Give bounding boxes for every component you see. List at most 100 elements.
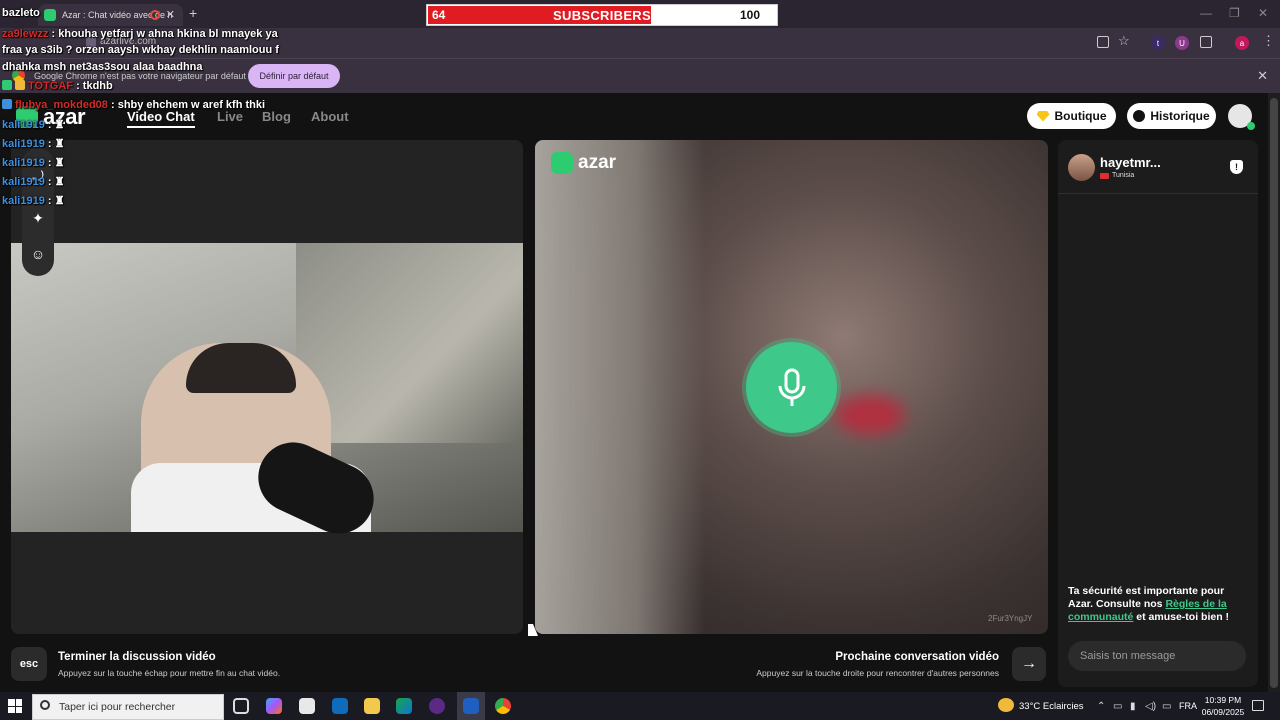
network-icon[interactable]: ▭ — [1113, 701, 1122, 712]
extension-u-icon[interactable]: U — [1175, 36, 1189, 50]
safety-notice: Ta sécurité est importante pour Azar. Co… — [1068, 585, 1248, 624]
stream-chat-user: kali1919 — [2, 119, 45, 131]
peer-country-label: Tunisia — [1112, 172, 1135, 179]
stream-chat-text: : shby ehchem w aref kfh thki — [110, 99, 266, 111]
close-tab-icon[interactable]: ✕ — [166, 8, 175, 21]
taskbar-search[interactable]: Taper ici pour rechercher — [32, 694, 224, 720]
chat-divider — [1058, 193, 1258, 194]
microphone-button[interactable] — [746, 342, 837, 433]
stream-chat-text: : — [47, 119, 52, 131]
shop-label: Boutique — [1054, 109, 1107, 123]
clock-icon — [1133, 110, 1146, 122]
nav-video-chat[interactable]: Video Chat — [127, 109, 195, 124]
stream-chat-text: fraa ya s3ib ? orzen aaysh wkhay dekhlin… — [2, 44, 279, 56]
stream-chat-text: : — [47, 138, 52, 150]
nav-live[interactable]: Live — [217, 109, 243, 124]
stream-chat-text: dhahka msh net3as3sou alaa baadhna — [2, 61, 203, 73]
next-chat-subtitle: Appuyez sur la touche droite pour rencon… — [756, 668, 999, 678]
remote-logo-text: azar — [578, 152, 617, 173]
stream-chat-user: TOTGAF — [28, 80, 74, 92]
clock-date[interactable]: 06/09/2025 — [1199, 707, 1247, 717]
shop-button[interactable]: Boutique — [1027, 103, 1116, 129]
chat-badge-icon — [2, 99, 12, 109]
mouse-cursor-icon — [528, 624, 538, 636]
weather-label[interactable]: 33°C Eclaircies — [1019, 701, 1084, 712]
stream-chat-line: kali1919 : ♜ — [2, 137, 65, 150]
browser-menu-icon[interactable]: ⋮ — [1262, 33, 1275, 49]
stream-chat-line: kali1919 : ♜ — [2, 118, 65, 131]
stream-chat-user: kali1919 — [2, 176, 45, 188]
end-chat-esc-button[interactable]: esc — [11, 647, 47, 681]
notifications-icon[interactable] — [1252, 700, 1264, 711]
effects-sparkle-icon[interactable]: ✦ — [28, 208, 48, 228]
mic-tray-icon[interactable]: ▮ — [1130, 701, 1136, 712]
report-shield-icon[interactable]: ! — [1230, 160, 1243, 174]
browser-tab[interactable]: Azar : Chat vidéo avec de n ✕ — [38, 4, 183, 26]
stream-chat-text: : — [47, 157, 52, 169]
user-profile-icon[interactable] — [1228, 104, 1255, 130]
chat-emote-icon: ♜ — [54, 119, 65, 131]
close-infobar-icon[interactable]: ✕ — [1257, 68, 1268, 84]
extension-t-icon[interactable]: t — [1151, 36, 1165, 50]
stream-chat-text: : tkdhb — [76, 80, 113, 92]
history-label: Historique — [1150, 109, 1210, 123]
stream-chat-line: fraa ya s3ib ? orzen aaysh wkhay dekhlin… — [2, 44, 279, 56]
tray-expand-icon[interactable]: ⌃ — [1097, 701, 1105, 712]
tunisia-flag-icon — [1100, 172, 1109, 179]
safety-text-end: et amuse-toi bien ! — [1133, 611, 1230, 623]
edge-icon[interactable] — [396, 698, 412, 714]
peer-avatar[interactable] — [1068, 154, 1095, 181]
stream-app-icon[interactable] — [463, 698, 479, 714]
outlook-icon[interactable] — [332, 698, 348, 714]
local-video-panel — [11, 140, 523, 634]
nav-about[interactable]: About — [311, 109, 349, 124]
chat-emote-icon: ♜ — [54, 138, 65, 150]
close-window-icon[interactable]: ✕ — [1258, 6, 1268, 20]
file-explorer-icon[interactable] — [364, 698, 380, 714]
remote-azar-logo: azar — [551, 152, 616, 174]
chat-emote-icon: ♜ — [54, 157, 65, 169]
chat-emote-icon: ♜ — [54, 176, 65, 188]
bookmark-star-icon[interactable]: ☆ — [1118, 33, 1130, 49]
peer-name[interactable]: hayetmr... — [1100, 155, 1161, 170]
clock-time[interactable]: 10:39 PM — [1201, 695, 1245, 705]
remote-face-blur — [835, 395, 905, 435]
weather-icon[interactable] — [998, 698, 1014, 712]
stream-chat-text: : khouha yetfarj w ahna hkina bl mnayek … — [51, 28, 278, 40]
battery-icon[interactable]: ▭ — [1162, 701, 1171, 712]
stream-chat-text: : — [47, 176, 52, 188]
stream-chat-text: bazleto — [2, 7, 40, 19]
extensions-puzzle-icon[interactable] — [1200, 36, 1212, 48]
face-filter-icon[interactable]: ☺ — [28, 244, 48, 264]
scrollbar-thumb[interactable] — [1270, 98, 1278, 688]
chat-emote-icon: ♜ — [54, 195, 65, 207]
install-app-icon[interactable] — [1097, 36, 1109, 48]
new-tab-button[interactable]: + — [189, 5, 197, 21]
history-button[interactable]: Historique — [1127, 103, 1216, 129]
microphone-icon — [778, 368, 805, 406]
maximize-window-icon[interactable]: ❐ — [1229, 6, 1240, 20]
stream-chat-line: bazleto — [2, 7, 40, 19]
language-indicator[interactable]: FRA — [1179, 701, 1197, 711]
profile-avatar-icon[interactable]: a — [1235, 36, 1249, 50]
end-chat-subtitle: Appuyez sur la touche échap pour mettre … — [58, 668, 281, 678]
windows-start-icon[interactable] — [8, 699, 22, 713]
chat-badge-icon — [15, 80, 25, 90]
remote-logo-icon — [551, 152, 573, 174]
next-chat-arrow-button[interactable]: → — [1012, 647, 1046, 681]
store-icon[interactable] — [299, 698, 315, 714]
set-default-button[interactable]: Définir par défaut — [248, 64, 340, 88]
sound-icon[interactable]: ◁) — [1145, 701, 1156, 712]
task-view-icon[interactable] — [233, 698, 249, 714]
nav-active-indicator — [127, 126, 195, 128]
azar-favicon-icon — [44, 9, 56, 21]
minimize-window-icon[interactable]: — — [1200, 6, 1212, 20]
obs-icon[interactable] — [429, 698, 445, 714]
nav-blog[interactable]: Blog — [262, 109, 291, 124]
copilot-icon[interactable] — [266, 698, 282, 714]
remote-background-blur — [535, 140, 705, 634]
message-input[interactable] — [1068, 641, 1246, 671]
stream-chat-line: flubya_mokded08 : shby ehchem w aref kfh… — [2, 99, 265, 111]
stream-chat-line: za9lewzz : khouha yetfarj w ahna hkina b… — [2, 28, 278, 40]
chrome-taskbar-icon[interactable] — [495, 698, 511, 714]
